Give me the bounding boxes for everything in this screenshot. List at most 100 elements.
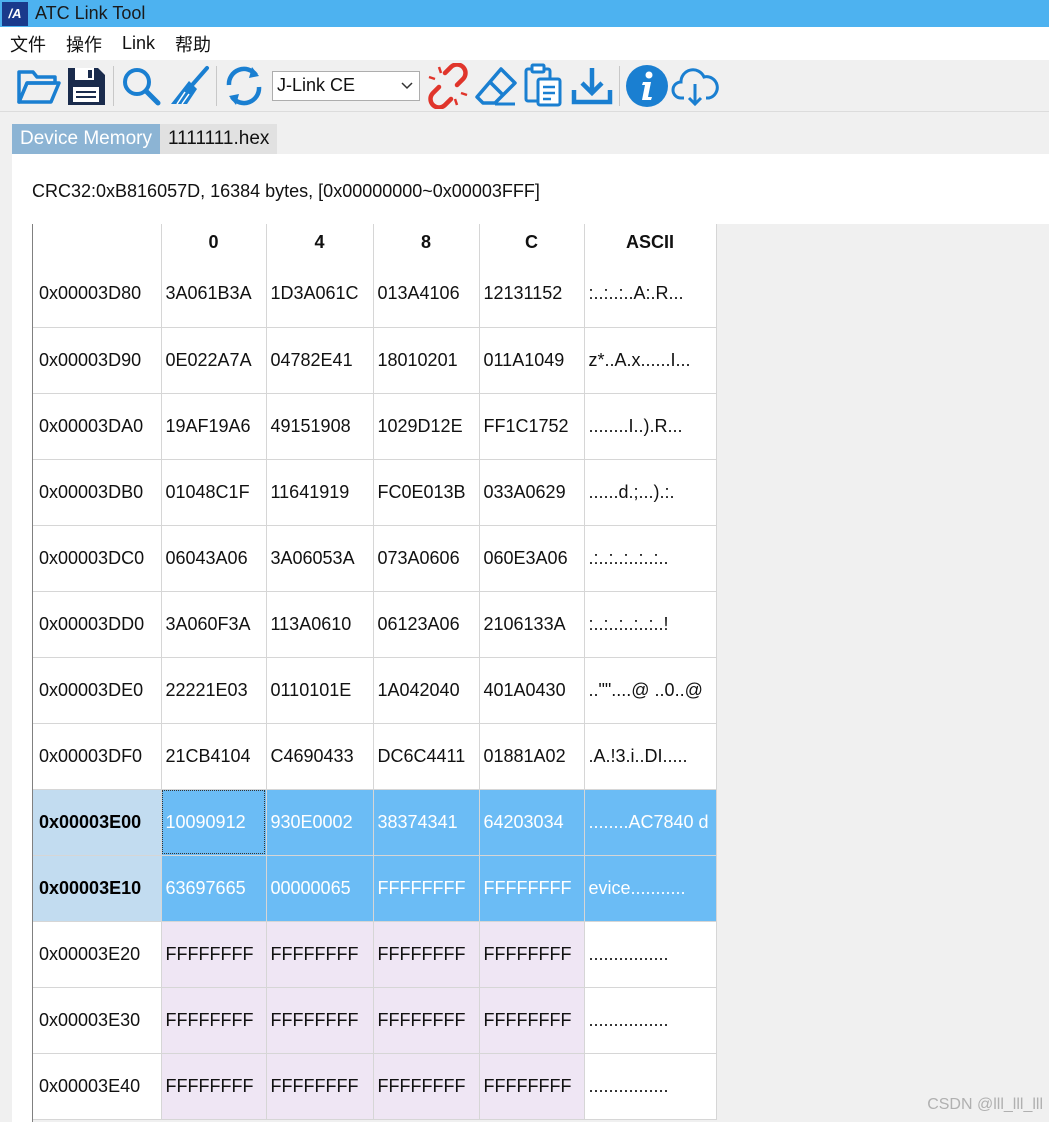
- row-address[interactable]: 0x00003D90: [33, 327, 162, 394]
- row-address[interactable]: 0x00003E40: [33, 1053, 162, 1120]
- refresh-button[interactable]: [220, 62, 268, 110]
- hex-cell[interactable]: 013A4106: [373, 261, 480, 328]
- hex-cell[interactable]: 0E022A7A: [161, 327, 267, 394]
- search-button[interactable]: [117, 62, 165, 110]
- ascii-cell[interactable]: ................: [584, 921, 717, 988]
- open-file-button[interactable]: [14, 62, 62, 110]
- erase-button[interactable]: [472, 62, 520, 110]
- table-row[interactable]: 0x00003DD0 3A060F3A 113A0610 06123A06 210613…: [33, 591, 717, 658]
- menu-help[interactable]: 帮助: [173, 29, 213, 59]
- hex-cell[interactable]: 49151908: [266, 393, 374, 460]
- table-row[interactable]: 0x00003E40 FFFFFFFF FFFFFFFF FFFFFFFF FFFFFF…: [33, 1053, 717, 1120]
- table-row[interactable]: 0x00003DA0 19AF19A6 49151908 1029D12E FF1C17…: [33, 393, 717, 460]
- hex-cell[interactable]: C4690433: [266, 723, 374, 790]
- cloud-update-button[interactable]: [671, 62, 719, 110]
- hex-cell[interactable]: 18010201: [373, 327, 480, 394]
- save-button[interactable]: [62, 62, 110, 110]
- clean-button[interactable]: [165, 62, 213, 110]
- ascii-cell[interactable]: ......d.;...).:.: [584, 459, 717, 526]
- hex-cell[interactable]: 00000065: [266, 855, 374, 922]
- row-address[interactable]: 0x00003E20: [33, 921, 162, 988]
- hex-cell[interactable]: FFFFFFFF: [161, 921, 267, 988]
- hex-cell[interactable]: 1D3A061C: [266, 261, 374, 328]
- hex-cell[interactable]: FFFFFFFF: [266, 987, 374, 1054]
- hex-cell[interactable]: 06043A06: [161, 525, 267, 592]
- probe-select[interactable]: J-Link CE: [272, 70, 420, 101]
- hex-cell[interactable]: 3A061B3A: [161, 261, 267, 328]
- ascii-cell[interactable]: :..:..:..:..:..!: [584, 591, 717, 658]
- hex-cell[interactable]: 3A06053A: [266, 525, 374, 592]
- hex-cell[interactable]: 113A0610: [266, 591, 374, 658]
- table-row[interactable]: 0x00003E10 63697665 00000065 FFFFFFFF FFFFFF…: [33, 855, 717, 922]
- table-row[interactable]: 0x00003E00 10090912 930E0002 38374341 642030…: [33, 789, 717, 856]
- ascii-cell[interactable]: ................: [584, 987, 717, 1054]
- disconnect-button[interactable]: [424, 62, 472, 110]
- hex-cell[interactable]: FFFFFFFF: [266, 921, 374, 988]
- hex-cell[interactable]: FFFFFFFF: [479, 921, 585, 988]
- hex-cell[interactable]: 2106133A: [479, 591, 585, 658]
- hex-cell[interactable]: FFFFFFFF: [479, 855, 585, 922]
- ascii-cell[interactable]: ................: [584, 1053, 717, 1120]
- hex-cell[interactable]: 011A1049: [479, 327, 585, 394]
- hex-cell[interactable]: 01881A02: [479, 723, 585, 790]
- ascii-cell[interactable]: evice...........: [584, 855, 717, 922]
- table-row[interactable]: 0x00003DB0 01048C1F 11641919 FC0E013B 033A06…: [33, 459, 717, 526]
- table-row[interactable]: 0x00003DF0 21CB4104 C4690433 DC6C4411 01881A…: [33, 723, 717, 790]
- hex-cell[interactable]: DC6C4411: [373, 723, 480, 790]
- column-header[interactable]: C: [479, 224, 585, 261]
- hex-cell[interactable]: 401A0430: [479, 657, 585, 724]
- table-row[interactable]: 0x00003E20 FFFFFFFF FFFFFFFF FFFFFFFF FFFFFF…: [33, 921, 717, 988]
- hex-cell[interactable]: 10090912: [161, 789, 267, 856]
- table-row[interactable]: 0x00003D80 3A061B3A 1D3A061C 013A4106 121311…: [33, 261, 717, 328]
- hex-cell[interactable]: 073A0606: [373, 525, 480, 592]
- ascii-cell[interactable]: ........AC7840 d: [584, 789, 717, 856]
- hex-cell[interactable]: 930E0002: [266, 789, 374, 856]
- hex-cell[interactable]: 033A0629: [479, 459, 585, 526]
- row-address[interactable]: 0x00003DC0: [33, 525, 162, 592]
- hex-cell[interactable]: 0110101E: [266, 657, 374, 724]
- memory-table[interactable]: 0 4 8 C ASCII 0x00003D80 3A061B3A 1D3A061C…: [33, 224, 717, 1120]
- ascii-cell[interactable]: .:..:..:..:..:..: [584, 525, 717, 592]
- hex-cell[interactable]: 21CB4104: [161, 723, 267, 790]
- column-header[interactable]: 4: [266, 224, 374, 261]
- hex-cell[interactable]: 63697665: [161, 855, 267, 922]
- hex-cell[interactable]: 3A060F3A: [161, 591, 267, 658]
- table-row[interactable]: 0x00003DE0 22221E03 0110101E 1A042040 401A04…: [33, 657, 717, 724]
- row-address[interactable]: 0x00003DE0: [33, 657, 162, 724]
- table-row[interactable]: 0x00003E30 FFFFFFFF FFFFFFFF FFFFFFFF FFFFFF…: [33, 987, 717, 1054]
- hex-cell[interactable]: 11641919: [266, 459, 374, 526]
- hex-cell[interactable]: 64203034: [479, 789, 585, 856]
- info-button[interactable]: [623, 62, 671, 110]
- row-address[interactable]: 0x00003DD0: [33, 591, 162, 658]
- hex-cell[interactable]: FFFFFFFF: [373, 1053, 480, 1120]
- ascii-cell[interactable]: ..""....@ ..0..@: [584, 657, 717, 724]
- row-address[interactable]: 0x00003DA0: [33, 393, 162, 460]
- hex-cell[interactable]: FF1C1752: [479, 393, 585, 460]
- row-address[interactable]: 0x00003D80: [33, 261, 162, 328]
- menu-link[interactable]: Link: [120, 31, 157, 56]
- hex-cell[interactable]: FC0E013B: [373, 459, 480, 526]
- row-address[interactable]: 0x00003E30: [33, 987, 162, 1054]
- hex-cell[interactable]: FFFFFFFF: [161, 1053, 267, 1120]
- hex-cell[interactable]: FFFFFFFF: [373, 855, 480, 922]
- ascii-cell[interactable]: ........I..).R...: [584, 393, 717, 460]
- tab-hex-file[interactable]: 1111111.hex: [159, 124, 278, 154]
- paste-button[interactable]: [520, 62, 568, 110]
- column-header[interactable]: ASCII: [584, 224, 717, 261]
- tab-device-memory[interactable]: Device Memory: [12, 124, 160, 154]
- menu-file[interactable]: 文件: [8, 29, 48, 59]
- ascii-cell[interactable]: .A.!3.i..DI.....: [584, 723, 717, 790]
- hex-cell[interactable]: FFFFFFFF: [161, 987, 267, 1054]
- download-button[interactable]: [568, 62, 616, 110]
- hex-cell[interactable]: 06123A06: [373, 591, 480, 658]
- hex-cell[interactable]: 19AF19A6: [161, 393, 267, 460]
- row-address[interactable]: 0x00003DB0: [33, 459, 162, 526]
- hex-cell[interactable]: 01048C1F: [161, 459, 267, 526]
- table-row[interactable]: 0x00003DC0 06043A06 3A06053A 073A0606 060E3A…: [33, 525, 717, 592]
- hex-cell[interactable]: 1A042040: [373, 657, 480, 724]
- ascii-cell[interactable]: z*..A.x......I...: [584, 327, 717, 394]
- hex-cell[interactable]: 04782E41: [266, 327, 374, 394]
- ascii-cell[interactable]: :..:..:..A:.R...: [584, 261, 717, 328]
- row-address[interactable]: 0x00003DF0: [33, 723, 162, 790]
- menu-operation[interactable]: 操作: [64, 29, 104, 59]
